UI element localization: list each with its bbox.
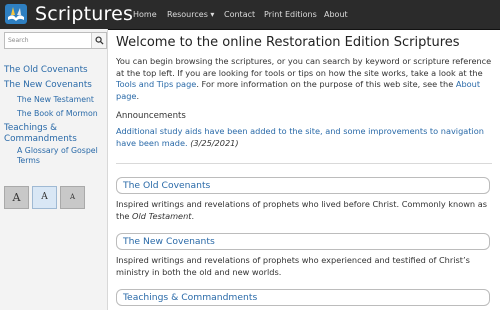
- top-navbar: Scriptures Home Resources ▾ Contact Prin…: [0, 0, 500, 30]
- font-size-medium-button[interactable]: A: [32, 186, 57, 209]
- brand[interactable]: Scriptures: [4, 2, 133, 26]
- nav-contact[interactable]: Contact: [224, 0, 255, 29]
- search-button[interactable]: [91, 33, 106, 48]
- sidebar-item-teachings-commandments[interactable]: Teachings & Commandments: [4, 123, 104, 145]
- intro-paragraph: You can begin browsing the scriptures, o…: [116, 56, 492, 101]
- nav-print-editions[interactable]: Print Editions: [264, 0, 317, 29]
- announcements-heading: Announcements: [116, 111, 186, 121]
- announcement-date: (3/25/2021): [190, 137, 239, 148]
- search-input[interactable]: [5, 33, 91, 48]
- section-header-new-covenants[interactable]: The New Covenants: [116, 233, 490, 250]
- section-title: The Old Covenants: [123, 180, 211, 191]
- section-title: Teachings & Commandments: [123, 292, 258, 303]
- nav-home[interactable]: Home: [133, 0, 157, 29]
- search-icon: [94, 36, 104, 45]
- sidebar-item-old-covenants[interactable]: The Old Covenants: [4, 65, 88, 76]
- sidebar-item-new-covenants[interactable]: The New Covenants: [4, 80, 92, 91]
- font-size-small-button[interactable]: A: [60, 186, 85, 209]
- section-header-teachings-commandments[interactable]: Teachings & Commandments: [116, 289, 490, 306]
- brand-title: Scriptures: [35, 3, 134, 25]
- sidebar-item-new-testament[interactable]: The New Testament: [17, 95, 94, 105]
- section-description-old-covenants: Inspired writings and revelations of pro…: [116, 199, 488, 221]
- sidebar-item-glossary[interactable]: A Glossary of Gospel Terms: [17, 146, 105, 166]
- section-title: The New Covenants: [123, 236, 215, 247]
- announcement: Additional study aids have been added to…: [116, 126, 494, 149]
- search-box: [4, 32, 107, 49]
- section-header-old-covenants[interactable]: The Old Covenants: [116, 177, 490, 194]
- sidebar-item-book-of-mormon[interactable]: The Book of Mormon: [17, 109, 98, 119]
- nav-about[interactable]: About: [324, 0, 348, 29]
- nav-resources-dropdown[interactable]: Resources ▾: [167, 0, 214, 29]
- tools-and-tips-link[interactable]: Tools and Tips page: [116, 79, 196, 89]
- font-size-large-button[interactable]: A: [4, 186, 29, 209]
- page-title: Welcome to the online Restoration Editio…: [116, 35, 460, 50]
- announcement-text[interactable]: Additional study aids have been added to…: [116, 126, 484, 148]
- divider: [116, 163, 492, 164]
- book-logo-icon: [4, 2, 28, 26]
- section-description-new-covenants: Inspired writings and revelations of pro…: [116, 255, 470, 277]
